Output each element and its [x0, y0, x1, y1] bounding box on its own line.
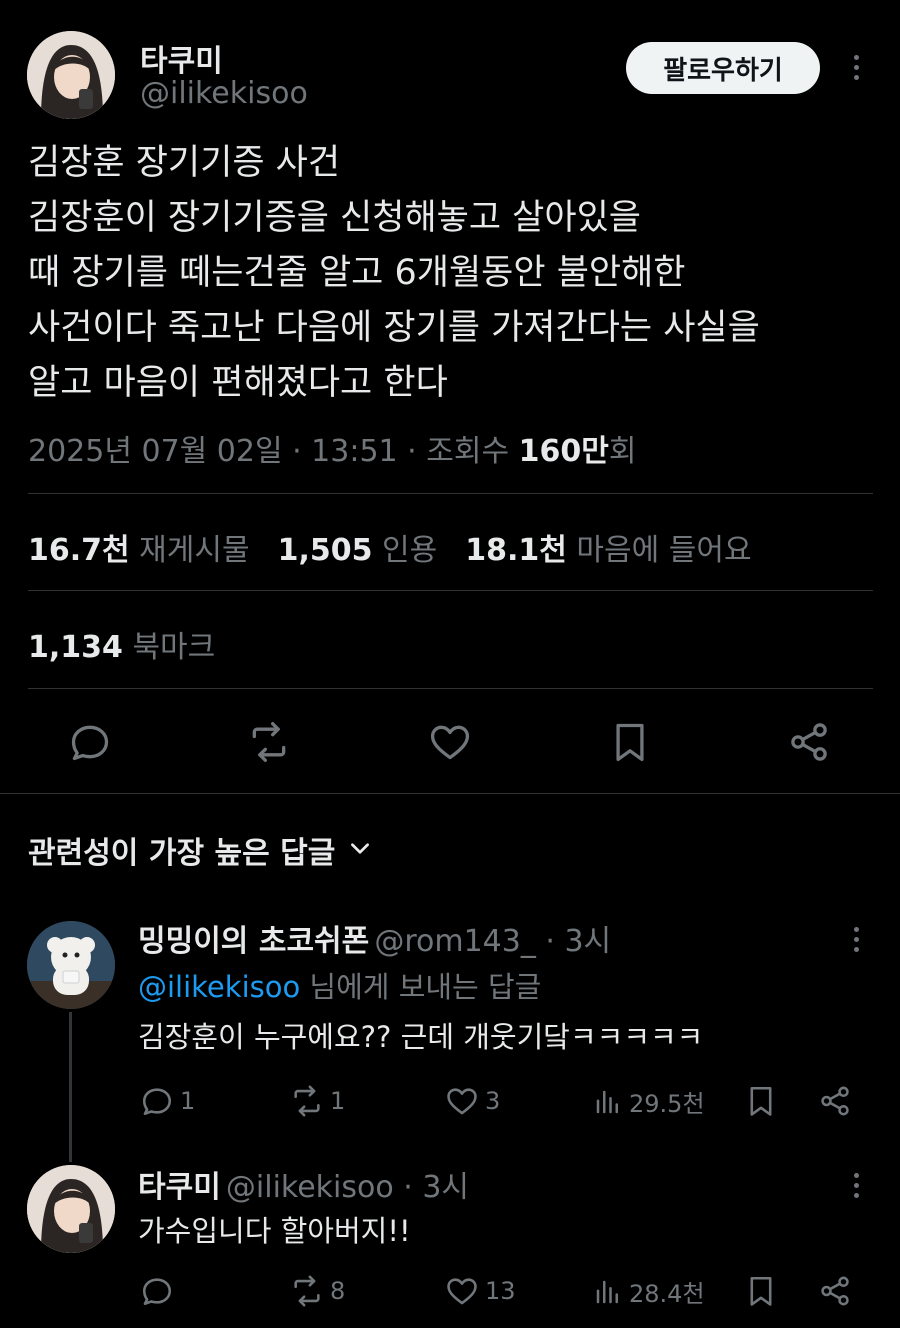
replies-header: 관련성이 가장 높은 답글 [28, 836, 336, 871]
divider [28, 590, 873, 591]
bookmark-icon [750, 1086, 772, 1116]
view-count: 29.5천 [629, 1090, 705, 1118]
reposts-label: 재게시물 [139, 533, 250, 568]
reply-repost-button[interactable]: 8 [290, 1274, 345, 1308]
chevron-down-icon [347, 835, 373, 865]
quotes-label: 인용 [382, 533, 438, 568]
view-count: 28.4천 [629, 1280, 705, 1308]
repost-icon [294, 1275, 320, 1307]
avatar-image [27, 31, 115, 119]
reposts-value: 16.7천 [28, 533, 130, 568]
post-text-line: 때 장기를 떼는건줄 알고 6개월동안 불안해한 [28, 253, 686, 293]
repost-count: 1 [330, 1087, 346, 1115]
reply-icon[interactable] [68, 720, 112, 764]
share-icon[interactable] [787, 720, 831, 764]
reposts-stat[interactable]: 16.7천 재게시물 [28, 525, 250, 569]
views-suffix: 회 [608, 434, 637, 469]
bookmark-icon [750, 1276, 772, 1306]
likes-label: 마음에 들어요 [576, 533, 752, 568]
reply-author-name[interactable]: 밍밍이의 초코쉬폰 [138, 924, 369, 959]
post-stats: 16.7천 재게시물 1,505 인용 18.1천 마음에 들어요 [28, 525, 752, 569]
reply-thread-line [69, 1012, 72, 1162]
reply-count: 1 [180, 1087, 196, 1115]
author-name[interactable]: 타쿠미 [140, 36, 223, 80]
like-icon [447, 1278, 477, 1305]
reply-header: 밍밍이의 초코쉬폰 @rom143_ · 3시 [138, 916, 611, 960]
reply-avatar[interactable] [27, 921, 115, 1009]
share-icon [821, 1276, 849, 1306]
reply-share-button[interactable] [818, 1274, 852, 1308]
repost-icon [294, 1085, 320, 1117]
divider [28, 688, 873, 689]
reply-text: 김장훈이 누구에요?? 근데 개웃기닼ㅋㅋㅋㅋㅋ [138, 1020, 704, 1054]
bookmarks-label: 북마크 [132, 630, 216, 665]
post-timestamp: 2025년 07월 02일 · 13:51 · 조회수 160만회 [28, 426, 636, 470]
timestamp-text: 2025년 07월 02일 · 13:51 · 조회수 [28, 434, 519, 469]
views-value: 160만 [518, 434, 609, 469]
bookmarks-stat[interactable]: 1,134 북마크 [28, 622, 215, 666]
quotes-value: 1,505 [277, 533, 373, 568]
likes-value: 18.1천 [465, 533, 567, 568]
post-text-line: 김장훈이 장기기증을 신청해놓고 살아있을 [28, 198, 641, 238]
like-icon[interactable] [428, 720, 472, 764]
dog-avatar-image [27, 921, 115, 1009]
author-handle[interactable]: @ilikekisoo [140, 76, 308, 111]
post-text: 김장훈 장기기증 사건 김장훈이 장기기증을 신청해놓고 살아있을 때 장기를 … [28, 136, 878, 411]
avatar-image [27, 1165, 115, 1253]
reply-meta[interactable]: @rom143_ · 3시 [374, 924, 611, 959]
replying-to: @ilikekisoo 님에게 보내는 답글 [138, 964, 541, 1006]
reply-avatar[interactable] [27, 1165, 115, 1253]
replies-sort-toggle[interactable]: 관련성이 가장 높은 답글 [28, 828, 373, 872]
repost-count: 8 [330, 1277, 346, 1305]
more-icon[interactable] [844, 47, 868, 87]
reply-reply-button[interactable] [140, 1274, 180, 1308]
divider [28, 493, 873, 494]
post-text-line: 알고 마음이 편해졌다고 한다 [28, 363, 448, 403]
reply-repost-button[interactable]: 1 [290, 1084, 345, 1118]
reply-header: 타쿠미 @ilikekisoo · 3시 [138, 1162, 469, 1206]
section-divider [0, 793, 900, 794]
reply-icon [142, 1278, 172, 1306]
share-icon [821, 1086, 849, 1116]
post-text-line: 김장훈 장기기증 사건 [28, 143, 341, 183]
reply-bookmark-button[interactable] [744, 1274, 778, 1308]
more-icon[interactable] [844, 1165, 868, 1205]
reply-like-button[interactable]: 13 [445, 1274, 516, 1308]
reply-author-name[interactable]: 타쿠미 [138, 1170, 221, 1205]
replying-to-handle[interactable]: @ilikekisoo [138, 970, 300, 1004]
reply-like-button[interactable]: 3 [445, 1084, 500, 1118]
like-count: 13 [485, 1277, 516, 1305]
reply-icon [142, 1088, 172, 1116]
author-avatar[interactable] [27, 31, 115, 119]
reply-meta[interactable]: @ilikekisoo · 3시 [226, 1170, 469, 1205]
follow-button[interactable]: 팔로우하기 [626, 42, 820, 94]
reply-text: 가수입니다 할아버지!! [138, 1214, 411, 1248]
views-icon [596, 1090, 618, 1113]
reply-views-button[interactable]: 29.5천 [593, 1084, 705, 1119]
bookmarks-value: 1,134 [28, 630, 123, 665]
post-text-line: 사건이다 죽고난 다음에 장기를 가져간다는 사실을 [28, 308, 760, 348]
views-icon [596, 1280, 618, 1303]
repost-icon[interactable] [247, 720, 291, 764]
quotes-stat[interactable]: 1,505 인용 [278, 525, 438, 569]
replying-to-suffix: 님에게 보내는 답글 [300, 970, 542, 1004]
reply-bookmark-button[interactable] [744, 1084, 778, 1118]
reply-reply-button[interactable]: 1 [140, 1084, 195, 1118]
like-icon [447, 1088, 477, 1115]
like-count: 3 [485, 1087, 501, 1115]
reply-share-button[interactable] [818, 1084, 852, 1118]
reply-views-button[interactable]: 28.4천 [593, 1274, 705, 1309]
more-icon[interactable] [844, 919, 868, 959]
likes-stat[interactable]: 18.1천 마음에 들어요 [465, 525, 751, 569]
bookmark-icon[interactable] [608, 720, 652, 764]
